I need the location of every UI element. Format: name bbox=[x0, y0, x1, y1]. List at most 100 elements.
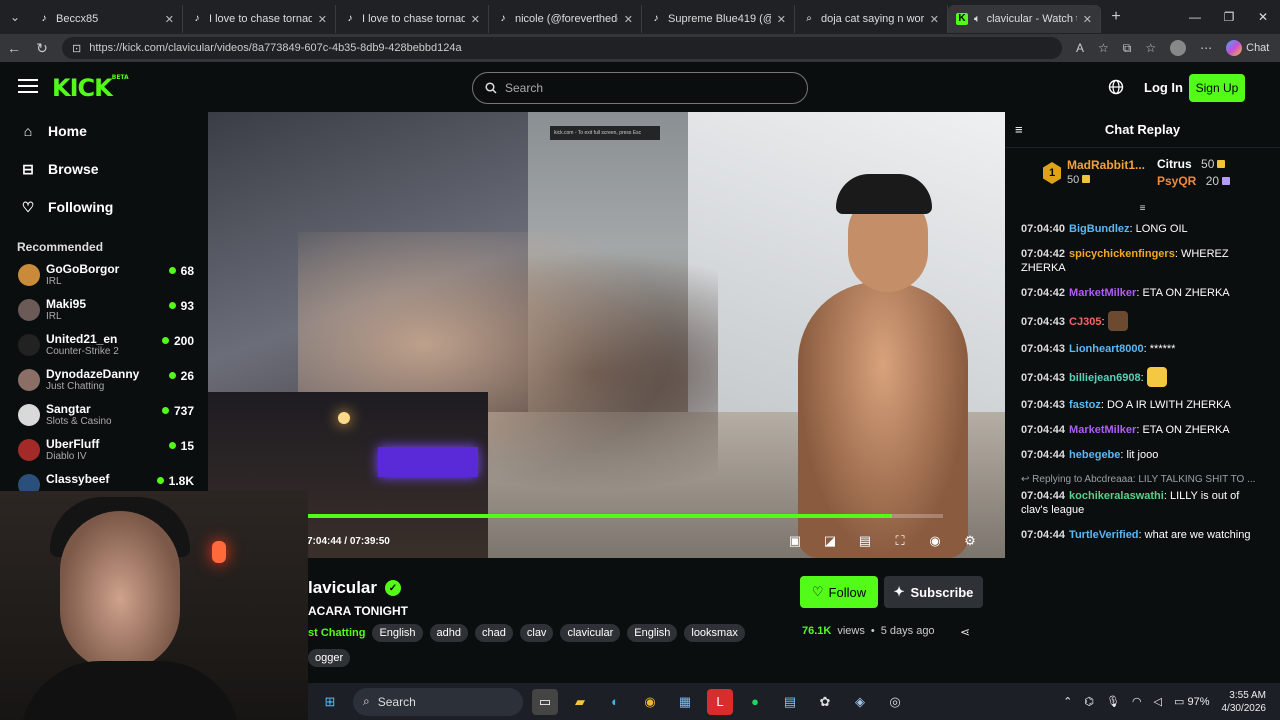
mic-icon[interactable]: 🎙︎ bbox=[1106, 695, 1120, 708]
recommended-channel[interactable]: UberFluff Diablo IV 15 bbox=[0, 435, 208, 470]
browser-tab[interactable]: ♪ I love to chase tornadoes ✕ bbox=[183, 5, 336, 33]
tag-chip[interactable]: English bbox=[372, 624, 423, 642]
browser-tab[interactable]: ♪ I love to chase tornadoes ✕ bbox=[336, 5, 489, 33]
search-input[interactable] bbox=[505, 81, 785, 95]
clock[interactable]: 3:55 AM 4/30/2026 bbox=[1222, 689, 1267, 715]
chat-username[interactable]: TurtleVerified bbox=[1069, 529, 1138, 541]
browser-tab[interactable]: ♪ Supreme Blue419 (@supr ✕ bbox=[642, 5, 795, 33]
search-box[interactable] bbox=[472, 72, 808, 104]
leader-third[interactable]: PsyQR 20 bbox=[1157, 174, 1231, 188]
browser-tab[interactable]: ⌕ doja cat saying n word vi ✕ bbox=[795, 5, 948, 33]
profile-avatar[interactable] bbox=[1170, 40, 1187, 56]
tab-list-button[interactable]: ⌄ bbox=[0, 0, 30, 34]
kick-logo[interactable]: KICKBETA bbox=[52, 74, 129, 102]
sidebar-item-following[interactable]: ♡ Following bbox=[0, 188, 208, 226]
new-tab-button[interactable]: + bbox=[1101, 8, 1131, 26]
file-explorer-icon[interactable]: ▰ bbox=[567, 689, 593, 715]
network-icon[interactable]: ⌬ bbox=[1084, 695, 1094, 708]
steam-icon[interactable]: ◈ bbox=[847, 689, 873, 715]
theater-icon[interactable]: ▣ bbox=[787, 533, 803, 549]
edge-icon[interactable]: ◐ bbox=[602, 689, 628, 715]
chat-username[interactable]: spicychickenfingers bbox=[1069, 248, 1175, 260]
chat-username[interactable]: Lionheart8000 bbox=[1069, 343, 1144, 355]
chat-username[interactable]: hebegebe bbox=[1069, 449, 1120, 461]
close-tab-icon[interactable]: ✕ bbox=[318, 13, 327, 26]
seek-bar[interactable] bbox=[306, 514, 943, 518]
language-globe-icon[interactable] bbox=[1108, 79, 1124, 95]
menu-icon[interactable] bbox=[18, 79, 38, 97]
windows-start-icon[interactable]: ⊞ bbox=[317, 689, 343, 715]
pip-icon[interactable]: ◪ bbox=[822, 533, 838, 549]
leader-first-name[interactable]: MadRabbit1... bbox=[1067, 158, 1145, 172]
login-button[interactable]: Log In bbox=[1144, 80, 1183, 95]
battery-indicator[interactable]: ▭ 97% bbox=[1174, 695, 1209, 708]
recommended-channel[interactable]: Maki95 IRL 93 bbox=[0, 295, 208, 330]
sidebar-item-home[interactable]: ⌂ Home bbox=[0, 112, 208, 150]
browser-tab[interactable]: K 🔈︎ clavicular - Watch th ✕ bbox=[948, 5, 1101, 33]
video-player[interactable]: kick.com - To exit full screen, press Es… bbox=[208, 112, 1005, 558]
follow-button[interactable]: ♡ Follow bbox=[800, 576, 878, 608]
close-tab-icon[interactable]: ✕ bbox=[165, 13, 174, 26]
spotify-icon[interactable]: ● bbox=[742, 689, 768, 715]
recommended-channel[interactable]: Sangtar Slots & Casino 737 bbox=[0, 400, 208, 435]
share-icon[interactable]: ⋖ bbox=[960, 625, 970, 639]
chat-username[interactable]: billiejean6908 bbox=[1069, 372, 1141, 384]
task-view-icon[interactable]: ▭ bbox=[532, 688, 558, 715]
sidebar-item-browse[interactable]: ⊟ Browse bbox=[0, 150, 208, 188]
favorites-icon[interactable]: ☆ bbox=[1145, 41, 1156, 55]
chat-username[interactable]: MarketMilker bbox=[1069, 287, 1136, 299]
playback-speed-icon[interactable]: ◉ bbox=[927, 533, 943, 549]
tag-chip[interactable]: English bbox=[627, 624, 678, 642]
close-tab-icon[interactable]: ✕ bbox=[471, 13, 480, 26]
fullscreen-icon[interactable]: ⛶ bbox=[892, 533, 908, 549]
url-field[interactable]: ⊡ https://kick.com/clavicular/videos/8a7… bbox=[62, 37, 1062, 59]
site-info-icon[interactable]: ⊡ bbox=[72, 42, 81, 55]
minimize-icon[interactable]: — bbox=[1178, 0, 1212, 34]
taskbar-search[interactable]: ⌕ Search bbox=[353, 687, 523, 716]
leader-second[interactable]: Citrus 50 bbox=[1157, 157, 1226, 171]
chat-username[interactable]: kochikeralaswathi bbox=[1069, 490, 1164, 502]
show-hidden-icons[interactable]: ⌃ bbox=[1063, 695, 1072, 708]
chat-username[interactable]: CJ305 bbox=[1069, 316, 1101, 328]
subscribe-button[interactable]: ✦ Subscribe bbox=[884, 576, 983, 608]
maximize-icon[interactable]: ❐ bbox=[1212, 0, 1246, 34]
mini-player-icon[interactable]: ▤ bbox=[857, 533, 873, 549]
close-tab-icon[interactable]: ✕ bbox=[624, 13, 633, 26]
close-tab-icon[interactable]: ✕ bbox=[777, 13, 786, 26]
recommended-channel[interactable]: DynodazeDanny Just Chatting 26 bbox=[0, 365, 208, 400]
tag-chip[interactable]: chad bbox=[475, 624, 513, 642]
chat-username[interactable]: BigBundlez bbox=[1069, 223, 1130, 235]
category-link[interactable]: st Chatting bbox=[308, 624, 365, 642]
recommended-channel[interactable]: United21_en Counter-Strike 2 200 bbox=[0, 330, 208, 365]
close-tab-icon[interactable]: ✕ bbox=[930, 13, 939, 26]
chat-username[interactable]: MarketMilker bbox=[1069, 424, 1136, 436]
volume-icon[interactable]: ◁ bbox=[1154, 695, 1162, 708]
app-red-icon[interactable]: L bbox=[707, 688, 733, 715]
close-window-icon[interactable]: ✕ bbox=[1246, 0, 1280, 34]
chrome-icon[interactable]: ◉ bbox=[637, 689, 663, 715]
obs-icon[interactable]: ◎ bbox=[882, 689, 908, 715]
reply-context[interactable]: ↩ Replying to Abcdreaaa: LILY TALKING SH… bbox=[1021, 473, 1266, 487]
favorite-icon[interactable]: ☆ bbox=[1098, 41, 1109, 55]
notepad-icon[interactable]: ▤ bbox=[777, 689, 803, 715]
browser-tab[interactable]: ♪ Beccx85 ✕ bbox=[30, 5, 183, 33]
read-aloud-icon[interactable]: A bbox=[1076, 41, 1084, 55]
speaker-icon[interactable]: 🔈︎ bbox=[974, 13, 981, 26]
chat-username[interactable]: fastoz bbox=[1069, 399, 1101, 411]
signup-button[interactable]: Sign Up bbox=[1189, 74, 1245, 102]
tag-chip[interactable]: ogger bbox=[308, 649, 351, 667]
back-icon[interactable]: ← bbox=[0, 40, 28, 56]
expand-leaderboard-icon[interactable]: ≡ bbox=[1005, 204, 1280, 216]
refresh-icon[interactable]: ↻ bbox=[28, 40, 56, 57]
tag-chip[interactable]: clavicular bbox=[560, 624, 621, 642]
channel-name[interactable]: lavicular bbox=[308, 578, 377, 598]
tag-chip[interactable]: clav bbox=[519, 624, 554, 642]
collapse-chat-icon[interactable]: ≡ bbox=[1015, 122, 1023, 137]
store-icon[interactable]: ▦ bbox=[672, 689, 698, 715]
close-tab-icon[interactable]: ✕ bbox=[1083, 13, 1092, 26]
tag-chip[interactable]: looksmax bbox=[684, 624, 745, 642]
app-icon[interactable]: ✿ bbox=[812, 689, 838, 715]
settings-icon[interactable]: ⚙ bbox=[962, 533, 978, 549]
more-icon[interactable]: ⋯ bbox=[1200, 41, 1212, 55]
recommended-channel[interactable]: Classybeef 1.8K bbox=[0, 470, 208, 492]
